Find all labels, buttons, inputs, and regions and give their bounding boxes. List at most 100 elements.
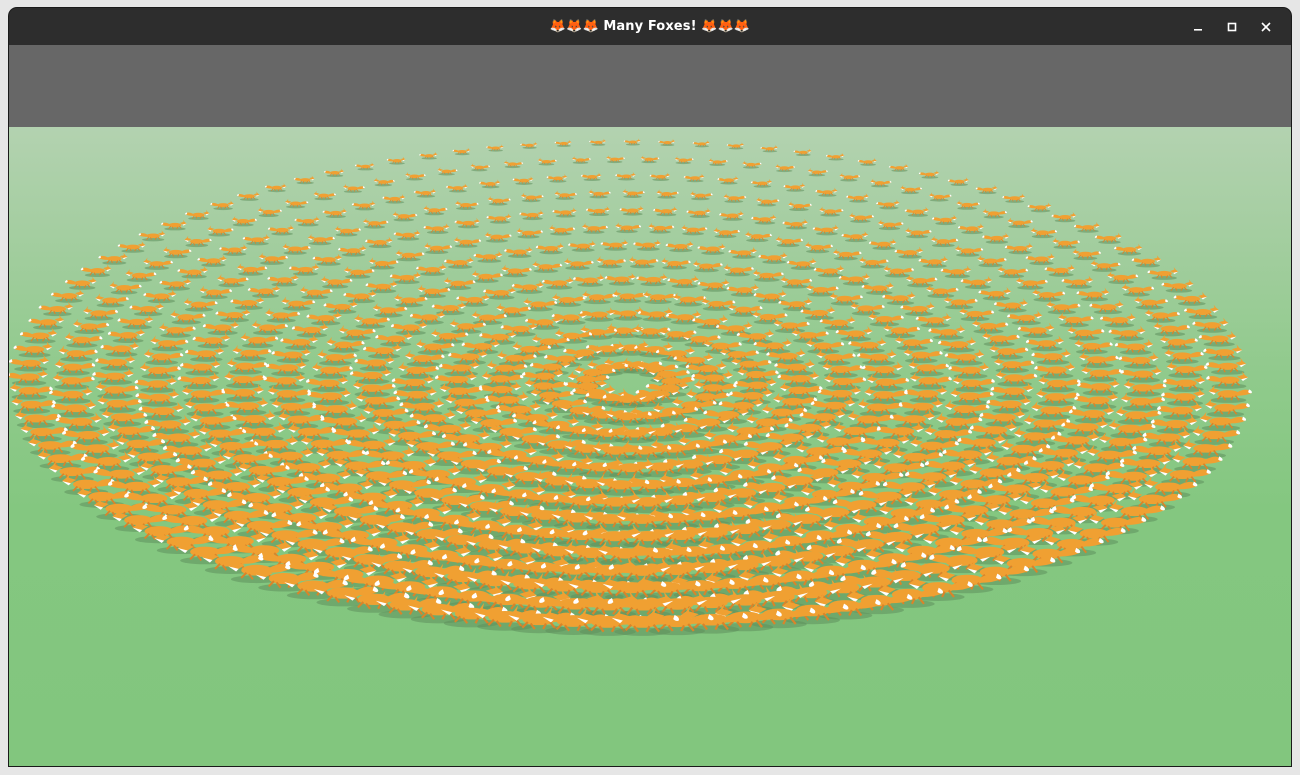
- fox-sprite: [231, 215, 257, 227]
- fox-sprite: [423, 205, 448, 216]
- fox-sprite: [446, 183, 468, 193]
- fox-sprite: [537, 157, 557, 166]
- render-viewport[interactable]: [9, 45, 1291, 766]
- fox-sprite: [444, 256, 474, 269]
- fox-sprite: [516, 227, 543, 239]
- fox-sprite: [686, 207, 711, 218]
- fox-sprite: [38, 301, 74, 317]
- fox-sprite: [719, 210, 744, 221]
- fox-sprite: [197, 254, 227, 267]
- fox-sprite: [307, 233, 335, 246]
- fox-sprite: [373, 177, 395, 187]
- fox-sprite: [503, 160, 524, 169]
- fox-sprite: [640, 155, 660, 164]
- fox-sprite: [588, 189, 611, 199]
- fox-sprite: [219, 244, 248, 256]
- fox-sprite: [1147, 267, 1179, 280]
- fox-sprite: [210, 200, 234, 211]
- fox-sprite: [667, 275, 700, 289]
- fox-sprite: [829, 291, 863, 306]
- fox-sprite: [628, 255, 659, 269]
- fox-sprite: [672, 292, 707, 307]
- fox-sprite: [455, 200, 479, 210]
- fox-sprite: [1183, 304, 1219, 320]
- fox-sprite: [1108, 325, 1146, 341]
- fox-sprite: [512, 176, 534, 185]
- fox-sprite: [775, 235, 803, 248]
- fox-sprite: [849, 212, 874, 223]
- fox-sprite: [242, 234, 270, 246]
- fox-sprite: [486, 144, 504, 152]
- fox-sprite: [954, 245, 984, 257]
- fox-sprite: [1106, 271, 1139, 285]
- minimize-button[interactable]: [1181, 8, 1215, 45]
- fox-sprite: [484, 231, 512, 243]
- fox-sprite: [839, 172, 860, 182]
- fox-sprite: [322, 207, 347, 219]
- fox-sprite: [573, 273, 605, 287]
- fox-sprite: [236, 263, 268, 276]
- fox-sprite: [64, 332, 103, 348]
- fox-sprite: [930, 235, 959, 248]
- fox-sprite: [928, 192, 952, 202]
- fox-sprite: [783, 182, 806, 192]
- fox-sprite: [365, 236, 393, 249]
- fox-sprite: [9, 354, 50, 372]
- fox-sprite: [416, 263, 447, 276]
- maximize-icon: [1227, 22, 1237, 31]
- fox-sprite: [633, 239, 661, 251]
- fox-sprite: [1015, 276, 1048, 290]
- fox-sprite: [395, 249, 425, 262]
- fox-sprite: [960, 275, 993, 289]
- fox-sprite: [1100, 312, 1136, 328]
- fox-sprite: [997, 265, 1029, 279]
- fox-sprite: [1121, 283, 1155, 297]
- fox-sprite: [454, 217, 480, 229]
- fox-sprite: [382, 194, 406, 204]
- fox-sprite: [423, 223, 450, 234]
- fox-sprite: [883, 264, 914, 278]
- fox-sprite: [900, 185, 922, 195]
- fox-sprite: [756, 196, 780, 207]
- fox-sprite: [563, 257, 594, 270]
- fox-sprite: [717, 175, 739, 185]
- fox-sprite: [716, 320, 753, 336]
- fox-sprite: [1090, 259, 1121, 272]
- fox-sprite: [247, 284, 281, 298]
- fox-sprite: [100, 340, 140, 357]
- fox-sprite: [419, 151, 438, 160]
- fox-field: [9, 138, 1252, 636]
- fox-sprite: [683, 173, 705, 183]
- fox-sprite: [1030, 227, 1058, 239]
- fox-sprite: [1046, 300, 1081, 315]
- title-bar[interactable]: 🦊🦊🦊 Many Foxes! 🦊🦊🦊: [9, 8, 1291, 46]
- fox-sprite: [554, 190, 577, 200]
- fox-sprite: [548, 224, 576, 236]
- fox-sprite: [648, 222, 675, 234]
- fox-sprite: [284, 198, 309, 209]
- fox-sprite: [138, 230, 166, 242]
- fox-sprite: [758, 251, 788, 264]
- fox-sprite: [623, 138, 641, 146]
- fox-sprite: [294, 215, 320, 227]
- fox-sprite: [162, 246, 192, 259]
- fox-sprite: [697, 243, 726, 255]
- fox-sprite: [479, 179, 501, 189]
- fox-sprite: [977, 254, 1007, 268]
- fox-sprite: [894, 246, 924, 259]
- fox-sprite: [690, 190, 713, 201]
- fox-sprite: [159, 277, 192, 291]
- fox-sprite: [807, 168, 828, 177]
- fox-sprite: [289, 263, 320, 276]
- fox-sprite: [905, 227, 932, 239]
- fox-sprite: [257, 206, 282, 218]
- fox-sprite: [612, 289, 646, 304]
- close-button[interactable]: [1249, 8, 1283, 45]
- fox-sprite: [658, 138, 676, 147]
- window-controls: [1181, 8, 1283, 45]
- fox-sprite: [649, 172, 671, 181]
- fox-sprite: [1025, 335, 1065, 352]
- fox-sprite: [217, 274, 249, 288]
- fox-sprite: [129, 301, 164, 317]
- maximize-button[interactable]: [1215, 8, 1249, 45]
